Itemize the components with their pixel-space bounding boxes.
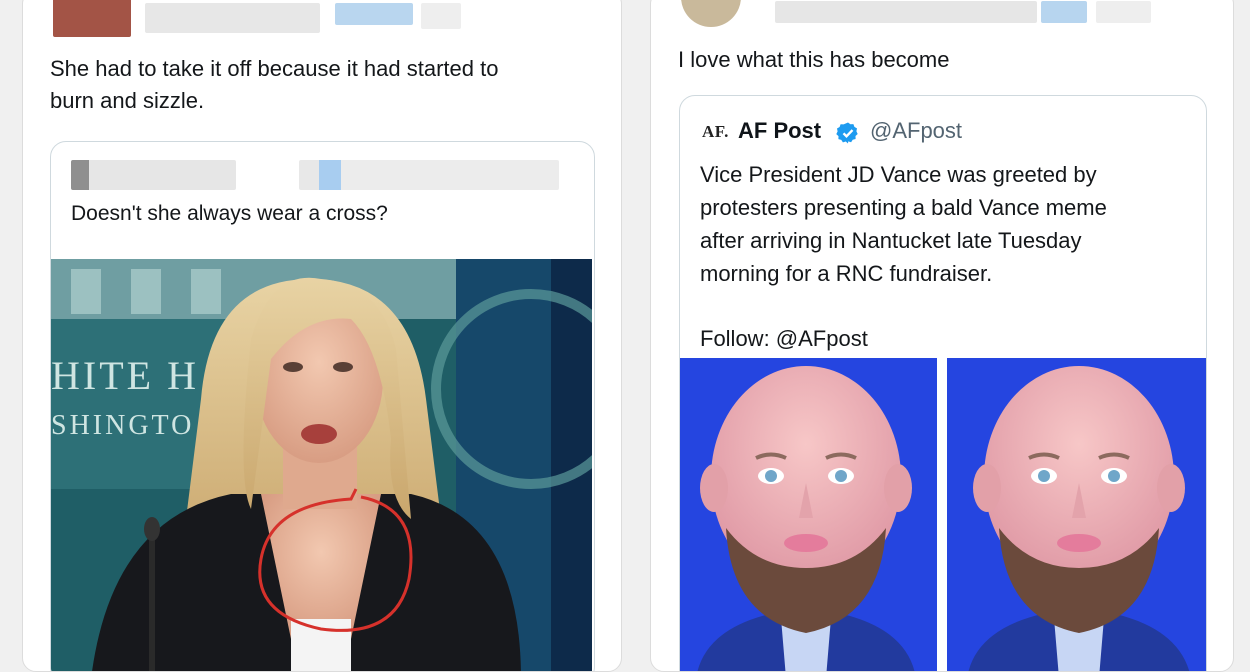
author-name-blurred[interactable]	[775, 1, 1037, 23]
quoted-post-text: Vice President JD Vance was greeted by p…	[700, 162, 1107, 286]
quoted-author-handle[interactable]: @AFpost	[870, 118, 962, 144]
post-text: I love what this has become	[678, 47, 950, 72]
author-handle-blurred[interactable]	[335, 3, 413, 25]
author-meta-blurred	[421, 3, 461, 29]
af-logo: AF.	[702, 122, 729, 141]
left-post-card[interactable]: She had to take it off because it had st…	[22, 0, 622, 672]
author-avatar[interactable]	[681, 0, 741, 27]
right-post-card[interactable]: I love what this has become AF. AF Post …	[650, 0, 1234, 672]
quoted-handle-blurred[interactable]	[299, 160, 559, 190]
quoted-post-follow: Follow: @AFpost	[700, 326, 868, 351]
bald-meme-image-right[interactable]	[947, 358, 1206, 671]
quoted-post[interactable]: Doesn't she always wear a cross? HITE H …	[50, 141, 595, 671]
quoted-author-blurred[interactable]	[71, 160, 236, 190]
verified-badge-icon	[836, 122, 858, 144]
quoted-author-name[interactable]: AF Post	[738, 118, 821, 144]
bald-meme-image-left[interactable]	[680, 358, 937, 671]
quoted-post-image[interactable]: HITE H SHINGTO	[51, 259, 592, 671]
author-handle-blurred[interactable]	[1041, 1, 1087, 23]
author-name-blurred[interactable]	[145, 3, 320, 33]
post-text: She had to take it off because it had st…	[50, 56, 499, 113]
author-avatar[interactable]	[53, 0, 131, 37]
wall-sign-text-2: SHINGTO	[51, 410, 194, 441]
quoted-post[interactable]: AF. AF Post @AFpost Vice President JD Va…	[679, 95, 1207, 671]
quoted-post-text: Doesn't she always wear a cross?	[71, 202, 388, 225]
wall-sign-text-1: HITE H	[51, 353, 199, 398]
author-meta-blurred	[1096, 1, 1151, 23]
